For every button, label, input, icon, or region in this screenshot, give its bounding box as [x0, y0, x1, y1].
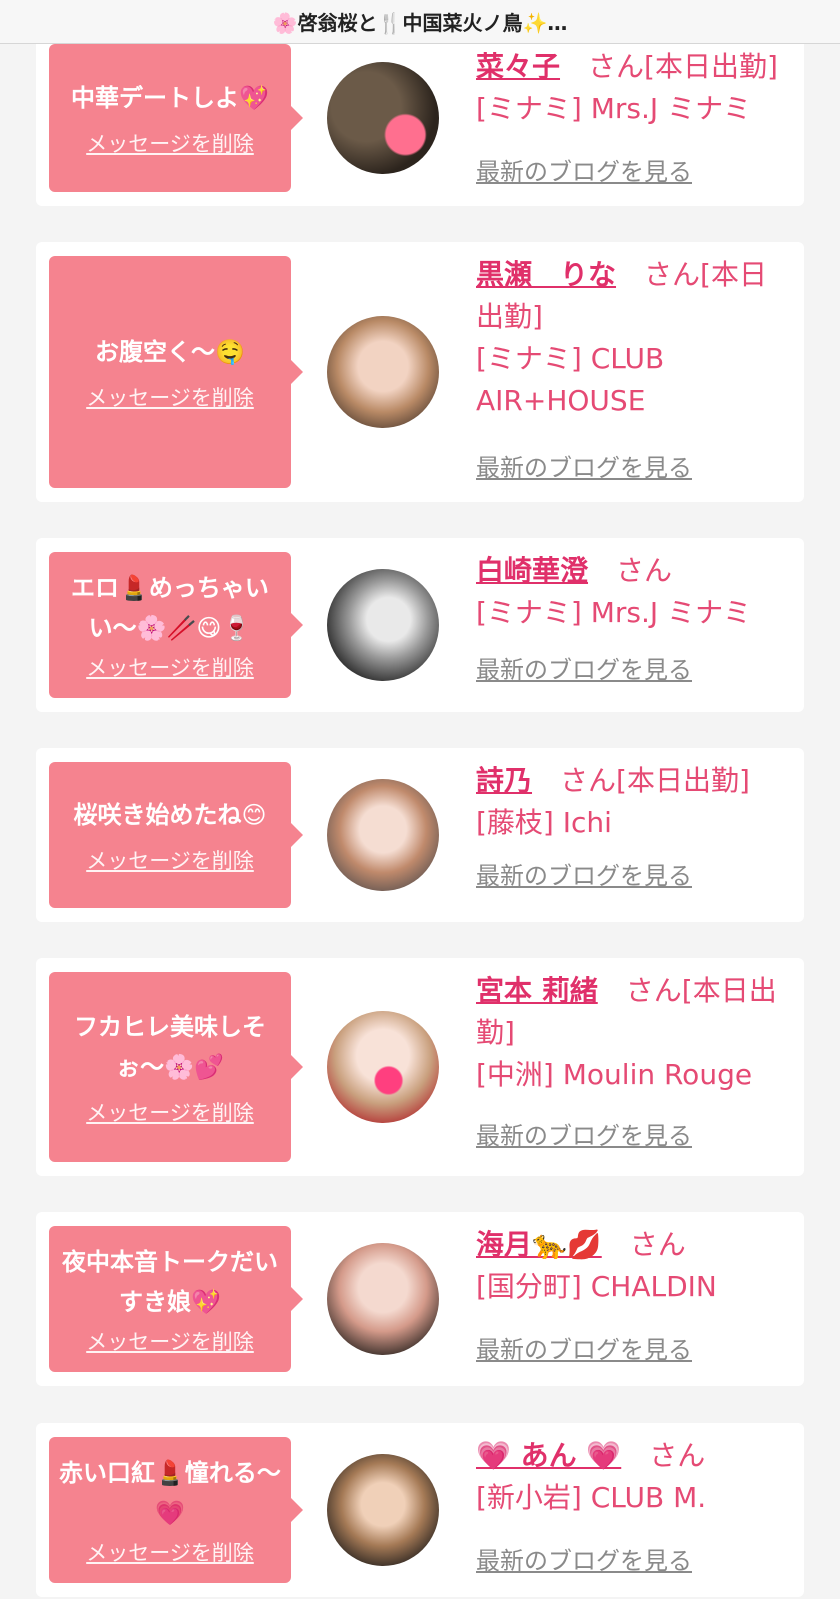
profile-info: 宮本 莉緒 さん[本日出勤] [中洲] Moulin Rouge: [476, 970, 794, 1096]
profile-name-link[interactable]: 白崎華澄: [476, 554, 588, 587]
shop-name: [ミナミ] Mrs.J ミナミ: [476, 92, 752, 125]
view-blog-link[interactable]: 最新のブログを見る: [476, 152, 692, 187]
profile-name-link[interactable]: 💗 あん 💗: [476, 1439, 621, 1472]
view-blog-link[interactable]: 最新のブログを見る: [476, 448, 692, 483]
message-bubble: エロ💄めっちゃいい〜🌸🥢😋🍷 メッセージを削除: [49, 552, 303, 698]
message-card: エロ💄めっちゃいい〜🌸🥢😋🍷 メッセージを削除 白崎華澄 さん [ミナミ] Mr…: [36, 538, 804, 712]
view-blog-link[interactable]: 最新のブログを見る: [476, 1330, 692, 1365]
shop-name: [国分町] CHALDIN: [476, 1270, 717, 1303]
message-text: フカヒレ美味しそぉ〜🌸💕: [74, 1013, 266, 1081]
profile-name-link[interactable]: 菜々子: [476, 50, 560, 83]
message-card: 夜中本音トークだいすき娘💖 メッセージを削除 海月🐆💋 さん [国分町] CHA…: [36, 1212, 804, 1386]
avatar[interactable]: [327, 569, 439, 681]
message-text: 中華デートしよ💖: [71, 84, 269, 112]
avatar[interactable]: [327, 1454, 439, 1566]
status-suffix: さん[本日出勤]: [588, 50, 778, 83]
delete-message-link[interactable]: メッセージを削除: [86, 1537, 254, 1567]
status-suffix: さん: [629, 1228, 686, 1261]
message-bubble: お腹空く〜🤤 メッセージを削除: [49, 256, 303, 488]
avatar[interactable]: [327, 316, 439, 428]
message-text: 赤い口紅💄憧れる〜💗: [59, 1459, 281, 1527]
delete-message-link[interactable]: メッセージを削除: [86, 845, 254, 875]
message-card: 赤い口紅💄憧れる〜💗 メッセージを削除 💗 あん 💗 さん [新小岩] CLUB…: [36, 1423, 804, 1597]
view-blog-link[interactable]: 最新のブログを見る: [476, 650, 692, 685]
message-card: お腹空く〜🤤 メッセージを削除 黒瀬 りな さん[本日出勤] [ミナミ] CLU…: [36, 242, 804, 502]
avatar[interactable]: [327, 62, 439, 174]
delete-message-link[interactable]: メッセージを削除: [86, 1097, 254, 1127]
shop-name: [ミナミ] CLUB AIR+HOUSE: [476, 342, 665, 417]
message-text: 桜咲き始めたね😊: [73, 801, 267, 829]
delete-message-link[interactable]: メッセージを削除: [86, 1326, 254, 1356]
message-card: 桜咲き始めたね😊 メッセージを削除 詩乃 さん[本日出勤] [藤枝] Ichi …: [36, 748, 804, 922]
message-bubble: フカヒレ美味しそぉ〜🌸💕 メッセージを削除: [49, 972, 303, 1162]
message-card: 中華デートしよ💖 メッセージを削除 菜々子 さん[本日出勤] [ミナミ] Mrs…: [36, 24, 804, 206]
view-blog-link[interactable]: 最新のブログを見る: [476, 1116, 692, 1151]
status-suffix: さん: [616, 554, 673, 587]
shop-name: [新小岩] CLUB M.: [476, 1481, 707, 1514]
shop-name: [中洲] Moulin Rouge: [476, 1058, 753, 1091]
profile-info: 詩乃 さん[本日出勤] [藤枝] Ichi: [476, 760, 794, 844]
profile-name-link[interactable]: 詩乃: [476, 764, 532, 797]
status-suffix: さん: [649, 1439, 706, 1472]
message-bubble: 中華デートしよ💖 メッセージを削除: [49, 44, 303, 192]
message-card: フカヒレ美味しそぉ〜🌸💕 メッセージを削除 宮本 莉緒 さん[本日出勤] [中洲…: [36, 958, 804, 1176]
profile-name-link[interactable]: 宮本 莉緒: [476, 974, 598, 1007]
page-title: 🌸啓翁桜と🍴中国菜火ノ鳥✨…: [272, 11, 568, 35]
delete-message-link[interactable]: メッセージを削除: [86, 382, 254, 412]
delete-message-link[interactable]: メッセージを削除: [86, 652, 254, 682]
message-bubble: 夜中本音トークだいすき娘💖 メッセージを削除: [49, 1226, 303, 1372]
message-text: お腹空く〜🤤: [95, 338, 245, 366]
profile-info: 💗 あん 💗 さん [新小岩] CLUB M.: [476, 1435, 794, 1519]
profile-info: 菜々子 さん[本日出勤] [ミナミ] Mrs.J ミナミ: [476, 46, 794, 130]
profile-info: 海月🐆💋 さん [国分町] CHALDIN: [476, 1224, 794, 1308]
view-blog-link[interactable]: 最新のブログを見る: [476, 856, 692, 891]
avatar[interactable]: [327, 1243, 439, 1355]
profile-name-link[interactable]: 黒瀬 りな: [476, 258, 616, 291]
message-bubble: 桜咲き始めたね😊 メッセージを削除: [49, 762, 303, 908]
view-blog-link[interactable]: 最新のブログを見る: [476, 1541, 692, 1576]
avatar[interactable]: [327, 779, 439, 891]
message-text: 夜中本音トークだいすき娘💖: [62, 1248, 278, 1316]
shop-name: [ミナミ] Mrs.J ミナミ: [476, 596, 752, 629]
message-bubble: 赤い口紅💄憧れる〜💗 メッセージを削除: [49, 1437, 303, 1583]
delete-message-link[interactable]: メッセージを削除: [86, 128, 254, 158]
profile-name-link[interactable]: 海月🐆💋: [476, 1228, 602, 1261]
profile-info: 白崎華澄 さん [ミナミ] Mrs.J ミナミ: [476, 550, 794, 634]
avatar[interactable]: [327, 1011, 439, 1123]
profile-info: 黒瀬 りな さん[本日出勤] [ミナミ] CLUB AIR+HOUSE: [476, 254, 794, 422]
status-suffix: さん[本日出勤]: [560, 764, 750, 797]
page-title-bar: 🌸啓翁桜と🍴中国菜火ノ鳥✨…: [0, 0, 840, 44]
message-text: エロ💄めっちゃいい〜🌸🥢😋🍷: [71, 574, 269, 642]
shop-name: [藤枝] Ichi: [476, 806, 612, 839]
